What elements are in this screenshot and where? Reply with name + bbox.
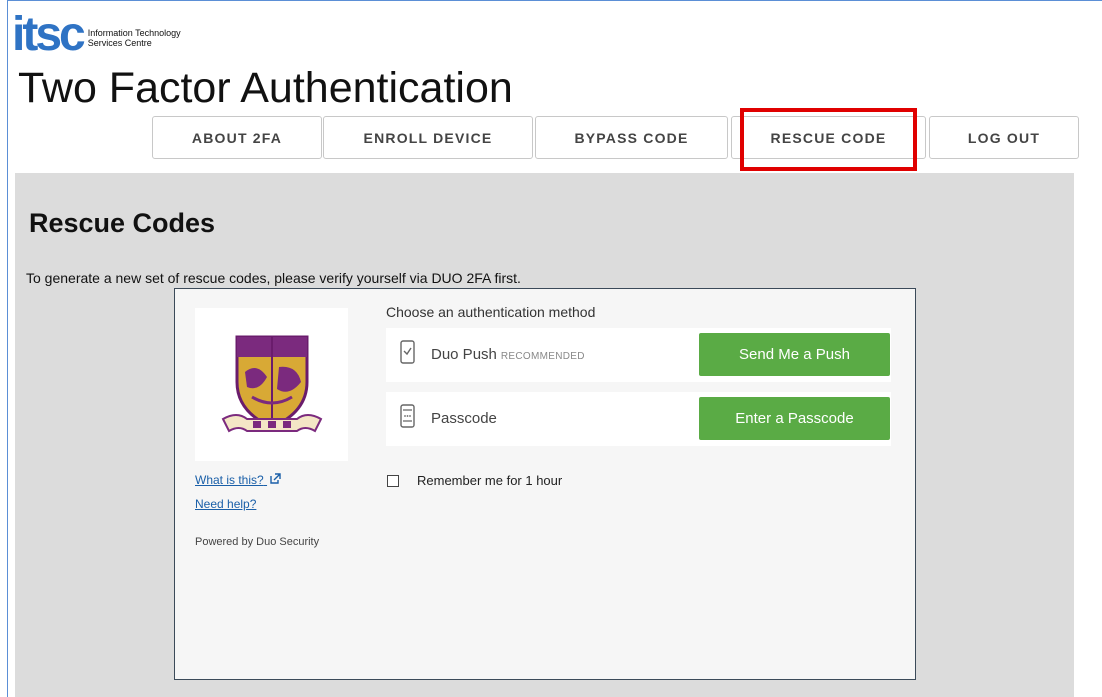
need-help-link[interactable]: Need help? [195,497,256,511]
tab-enroll-device[interactable]: ENROLL DEVICE [323,116,533,159]
send-push-button[interactable]: Send Me a Push [699,333,890,376]
phone-check-icon [400,340,415,364]
enter-passcode-button[interactable]: Enter a Passcode [699,397,890,440]
university-crest-icon [195,308,348,461]
what-is-this-link[interactable]: What is this? [195,473,281,487]
logo-mark: itsc [12,8,86,61]
window-border-left [7,0,8,697]
duo-push-label: Duo Push [431,346,497,363]
logo-org-line2: Services Centre [87,38,152,48]
what-is-this-label: What is this? [195,473,264,487]
intro-text: To generate a new set of rescue codes, p… [26,270,521,286]
recommended-tag: RECOMMENDED [500,351,585,362]
page-title: Two Factor Authentication [18,64,513,112]
remember-me-label: Remember me for 1 hour [417,473,563,488]
tab-log-out[interactable]: LOG OUT [929,116,1079,159]
itsc-logo: itsc Information Technology Services Cen… [12,8,181,61]
logo-org-name: Information Technology Services Centre [88,28,181,48]
remember-me-checkbox[interactable] [387,474,399,487]
tab-about-2fa[interactable]: ABOUT 2FA [152,116,322,159]
external-link-icon [270,473,281,487]
method-label-duo-push: Duo Push RECOMMENDED [431,346,585,363]
passcode-label: Passcode [431,410,497,427]
phone-keypad-icon [400,404,415,428]
window-border-top [7,0,1102,1]
tab-bypass-code[interactable]: BYPASS CODE [535,116,728,159]
logo-org-line1: Information Technology [87,28,181,38]
powered-by-text: Powered by Duo Security [195,536,320,548]
choose-method-label: Choose an authentication method [386,304,596,320]
section-title: Rescue Codes [29,208,216,238]
remember-me-option[interactable]: Remember me for 1 hour [387,473,562,488]
method-row-passcode: Passcode Enter a Passcode [386,392,891,446]
method-row-duo-push: Duo Push RECOMMENDED Send Me a Push [386,328,891,382]
tab-rescue-code[interactable]: RESCUE CODE [731,116,926,159]
